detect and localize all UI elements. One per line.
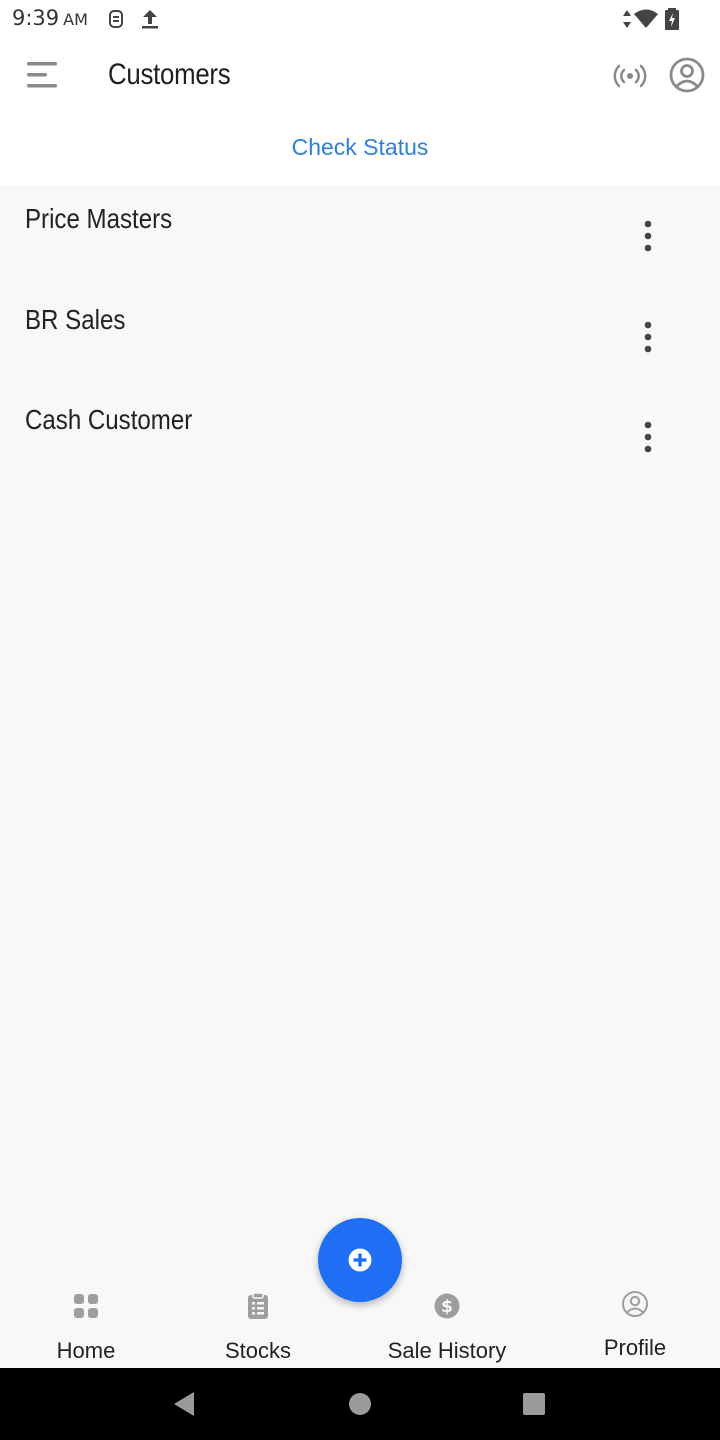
profile-icon — [622, 1291, 648, 1317]
battery-icon — [665, 8, 679, 30]
account-circle-icon[interactable] — [668, 56, 706, 94]
status-bar: 9:39 AM — [0, 0, 720, 40]
customer-name: Price Masters — [25, 203, 173, 234]
customer-name: Cash Customer — [25, 404, 193, 435]
add-customer-button[interactable] — [318, 1218, 402, 1302]
home-grid-icon — [74, 1294, 98, 1318]
data-arrows-icon — [623, 10, 631, 28]
clipboard-icon — [248, 1292, 268, 1319]
list-item[interactable]: BR Sales — [0, 287, 720, 388]
menu-icon[interactable] — [22, 58, 62, 94]
more-vert-icon[interactable] — [632, 417, 664, 457]
broadcast-icon[interactable] — [612, 60, 648, 92]
upload-icon — [142, 10, 158, 29]
recents-icon[interactable] — [522, 1392, 546, 1416]
customer-list: Price Masters BR Sales Cash Customer — [0, 186, 720, 488]
wifi-icon — [634, 9, 658, 28]
customer-name: BR Sales — [25, 303, 126, 335]
status-time: 9:39 AM — [12, 6, 88, 30]
dollar-icon: $ — [434, 1293, 460, 1319]
nav-item-profile[interactable]: Profile — [550, 1280, 720, 1368]
more-vert-icon[interactable] — [632, 216, 664, 256]
check-status-link[interactable]: Check Status — [0, 134, 720, 161]
add-circle-icon — [348, 1248, 372, 1272]
nav-item-home[interactable]: Home — [1, 1280, 171, 1368]
time-text: 9:39 — [12, 6, 60, 30]
nav-label-home: Home — [56, 1338, 116, 1363]
nav-label-stocks: Stocks — [224, 1338, 292, 1363]
nav-label-sale-history: Sale History — [387, 1338, 507, 1363]
nav-item-sale-history[interactable]: $ Sale History — [362, 1280, 532, 1368]
list-item[interactable]: Price Masters — [0, 186, 720, 287]
list-item[interactable]: Cash Customer — [0, 387, 720, 488]
more-vert-icon[interactable] — [632, 317, 664, 357]
page-title: Customers — [108, 58, 231, 91]
back-icon[interactable] — [172, 1390, 196, 1418]
nav-item-stocks[interactable]: Stocks — [173, 1280, 343, 1368]
system-nav-bar — [0, 1368, 720, 1440]
sim-icon — [109, 10, 123, 28]
home-circle-icon[interactable] — [348, 1392, 372, 1416]
app-bar: Customers Check Status — [0, 40, 720, 186]
ampm-text: AM — [63, 10, 88, 29]
svg-text:$: $ — [441, 1297, 453, 1317]
nav-label-profile: Profile — [603, 1335, 667, 1360]
